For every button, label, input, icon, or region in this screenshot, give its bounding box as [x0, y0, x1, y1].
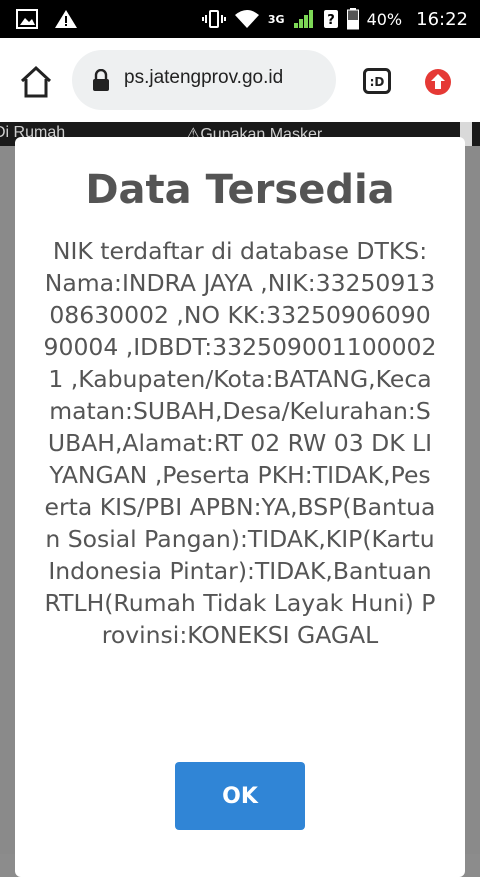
clock: 16:22: [416, 8, 468, 30]
home-icon[interactable]: [18, 64, 54, 100]
warning-notification-icon: [55, 10, 77, 28]
unknown-sim-icon: ?: [323, 10, 338, 28]
signal-strength-icon: [293, 10, 313, 28]
status-bar: 3G ? 40% 16:22: [0, 0, 480, 38]
vibrate-icon: [201, 10, 226, 28]
tab-switcher-button[interactable]: :D: [363, 68, 391, 94]
network-type-label: 3G: [267, 12, 285, 26]
address-bar[interactable]: ps.jatengprov.go.id: [72, 50, 336, 110]
wifi-icon: [234, 10, 259, 28]
svg-text:?: ?: [327, 13, 335, 28]
battery-icon: [346, 8, 359, 30]
alert-dialog: Data Tersedia NIK terdaftar di database …: [15, 137, 465, 877]
dialog-message: NIK terdaftar di database DTKS: Nama:IND…: [43, 237, 437, 649]
url-text: ps.jatengprov.go.id: [124, 67, 284, 88]
lock-icon: [93, 69, 109, 91]
browser-toolbar: ps.jatengprov.go.id :D: [0, 38, 480, 122]
image-notification-icon: [16, 9, 38, 29]
dialog-title: Data Tersedia: [85, 167, 395, 213]
battery-percent: 40%: [366, 9, 403, 29]
tab-count-label: :D: [370, 75, 385, 89]
update-icon[interactable]: [424, 68, 452, 96]
ok-button[interactable]: OK: [175, 762, 305, 830]
